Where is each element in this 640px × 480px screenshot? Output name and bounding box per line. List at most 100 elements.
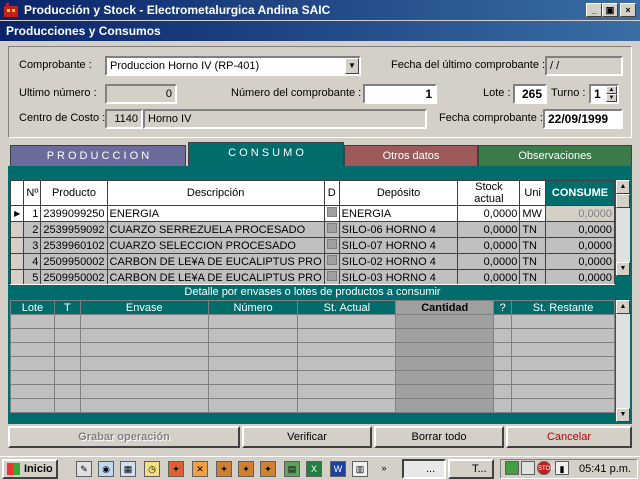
- detalle-cell[interactable]: [207, 398, 299, 413]
- col-consume[interactable]: CONSUME: [545, 180, 615, 206]
- detalle-cell[interactable]: [207, 370, 299, 385]
- minimize-button[interactable]: _: [586, 3, 602, 17]
- excel-icon[interactable]: X: [306, 461, 322, 477]
- table-row[interactable]: 3 2539960102 CUARZO SELECCION PROCESADO SIL…: [9, 237, 615, 254]
- globe-icon[interactable]: ◉: [98, 461, 114, 477]
- detalle-row[interactable]: [10, 370, 615, 385]
- detalle-cell[interactable]: [207, 328, 299, 343]
- tools-icon[interactable]: ✕: [192, 461, 208, 477]
- col-lote[interactable]: Lote: [10, 300, 55, 315]
- detalle-cell[interactable]: [10, 314, 55, 329]
- detalle-cell[interactable]: [511, 356, 615, 371]
- detalle-row[interactable]: [10, 328, 615, 343]
- detalle-cell[interactable]: [10, 398, 55, 413]
- detalle-cell[interactable]: [297, 370, 397, 385]
- detalle-cell[interactable]: [79, 328, 209, 343]
- cell-producto[interactable]: 2539960102: [40, 237, 108, 254]
- detalle-cell[interactable]: [493, 356, 513, 371]
- detalle-row[interactable]: [10, 398, 615, 413]
- battery-tray-icon[interactable]: ▮: [555, 461, 569, 475]
- chevron-down-icon[interactable]: ▼: [345, 58, 359, 74]
- detalle-cell[interactable]: [297, 356, 397, 371]
- cell-consume[interactable]: 0,0000: [545, 253, 615, 270]
- detalle-cell[interactable]: [395, 356, 495, 371]
- detalle-cell[interactable]: [207, 342, 299, 357]
- detalle-cell[interactable]: [53, 370, 81, 385]
- fecha-comprobante-field[interactable]: 22/09/1999: [543, 109, 623, 129]
- detalle-cell[interactable]: [511, 328, 615, 343]
- detalle-cell[interactable]: [53, 384, 81, 399]
- cancelar-button[interactable]: Cancelar: [506, 426, 632, 448]
- comprobante-select[interactable]: Produccion Horno IV (RP-401) ▼: [105, 56, 361, 76]
- detalle-cell[interactable]: [297, 328, 397, 343]
- cell-consume[interactable]: 0,0000: [545, 205, 615, 222]
- borrar-todo-button[interactable]: Borrar todo: [374, 426, 504, 448]
- taskbar-task[interactable]: T...: [448, 459, 494, 479]
- consumo-scrollbar[interactable]: ▲ ▼: [616, 180, 630, 276]
- detalle-cell[interactable]: [10, 342, 55, 357]
- tab-otros-datos[interactable]: Otros datos: [344, 145, 478, 167]
- cell-stock[interactable]: 0,0000: [457, 253, 521, 270]
- row-indicator[interactable]: ▶: [9, 205, 25, 222]
- detalle-cell[interactable]: [395, 398, 495, 413]
- scroll-up-icon[interactable]: ▲: [616, 180, 630, 194]
- table-row[interactable]: ▶ 1 2399099250 ENERGIA ENERGIA 0,0000 MW 0,0000: [9, 205, 615, 222]
- col-st-restante[interactable]: St. Restante: [511, 300, 615, 315]
- detalle-cell[interactable]: [79, 342, 209, 357]
- detalle-cell[interactable]: [395, 328, 495, 343]
- detalle-cell[interactable]: [297, 314, 397, 329]
- col-producto[interactable]: Producto: [40, 180, 108, 206]
- cell-num[interactable]: 2: [23, 221, 42, 238]
- checkbox[interactable]: [326, 255, 337, 265]
- cell-descripcion[interactable]: CARBON DE LE¥A DE EUCALIPTUS PRO: [106, 253, 325, 270]
- spin-up-icon[interactable]: ▲: [606, 86, 617, 94]
- cell-producto[interactable]: 2509950002: [40, 253, 108, 270]
- fox-app-icon[interactable]: ✦: [168, 461, 184, 477]
- detalle-cell[interactable]: [207, 384, 299, 399]
- cell-num[interactable]: 3: [23, 237, 42, 254]
- detalle-cell[interactable]: [10, 356, 55, 371]
- col-stock[interactable]: Stock actual: [457, 180, 521, 206]
- pen-icon[interactable]: ✎: [76, 461, 92, 477]
- network-icon[interactable]: ▦: [120, 461, 136, 477]
- detalle-cell[interactable]: [511, 384, 615, 399]
- col-uni[interactable]: Uni: [519, 180, 547, 206]
- cell-deposito[interactable]: SILO-07 HORNO 4: [338, 237, 459, 254]
- cell-deposito[interactable]: SILO-02 HORNO 4: [338, 253, 459, 270]
- turno-spin[interactable]: ▲ ▼: [606, 86, 617, 102]
- spin-down-icon[interactable]: ▼: [606, 94, 617, 102]
- detalle-row[interactable]: [10, 356, 615, 371]
- detalle-cell[interactable]: [79, 356, 209, 371]
- detalle-cell[interactable]: [53, 356, 81, 371]
- numero-comprobante-field[interactable]: 1: [363, 84, 437, 104]
- cell-producto[interactable]: 2539959092: [40, 221, 108, 238]
- col-envase[interactable]: Envase: [79, 300, 209, 315]
- table-row[interactable]: 4 2509950002 CARBON DE LE¥A DE EUCALIPTUS …: [9, 253, 615, 270]
- detalle-cell[interactable]: [79, 384, 209, 399]
- detalle-cell[interactable]: [493, 398, 513, 413]
- grabar-button[interactable]: Grabar operación: [8, 426, 240, 448]
- cell-d-check[interactable]: [323, 237, 340, 254]
- detalle-cell[interactable]: [511, 398, 615, 413]
- clock-app-icon[interactable]: ◷: [144, 461, 160, 477]
- detalle-cell[interactable]: [297, 342, 397, 357]
- col-d[interactable]: D: [323, 180, 340, 206]
- cell-uni[interactable]: TN: [519, 237, 547, 254]
- table-row[interactable]: 2 2539959092 CUARZO SERREZUELA PROCESADO SI…: [9, 221, 615, 238]
- detalle-cell[interactable]: [297, 384, 397, 399]
- detalle-cell[interactable]: [53, 398, 81, 413]
- title-bar[interactable]: Producción y Stock - Electrometalurgica …: [0, 0, 640, 20]
- tab-produccion[interactable]: P R O D U C C I O N: [10, 145, 186, 167]
- fox-app-icon-4[interactable]: ✦: [260, 461, 276, 477]
- cell-num[interactable]: 1: [23, 205, 42, 222]
- start-button[interactable]: Inicio: [2, 459, 58, 479]
- document-icon[interactable]: ▥: [352, 461, 368, 477]
- detalle-cell[interactable]: [511, 314, 615, 329]
- col-deposito[interactable]: Depósito: [338, 180, 459, 206]
- verificar-button[interactable]: Verificar: [242, 426, 372, 448]
- scroll-down-icon[interactable]: ▼: [616, 408, 630, 422]
- detalle-cell[interactable]: [79, 398, 209, 413]
- detalle-row[interactable]: [10, 342, 615, 357]
- detalle-cell[interactable]: [10, 370, 55, 385]
- detalle-cell[interactable]: [493, 384, 513, 399]
